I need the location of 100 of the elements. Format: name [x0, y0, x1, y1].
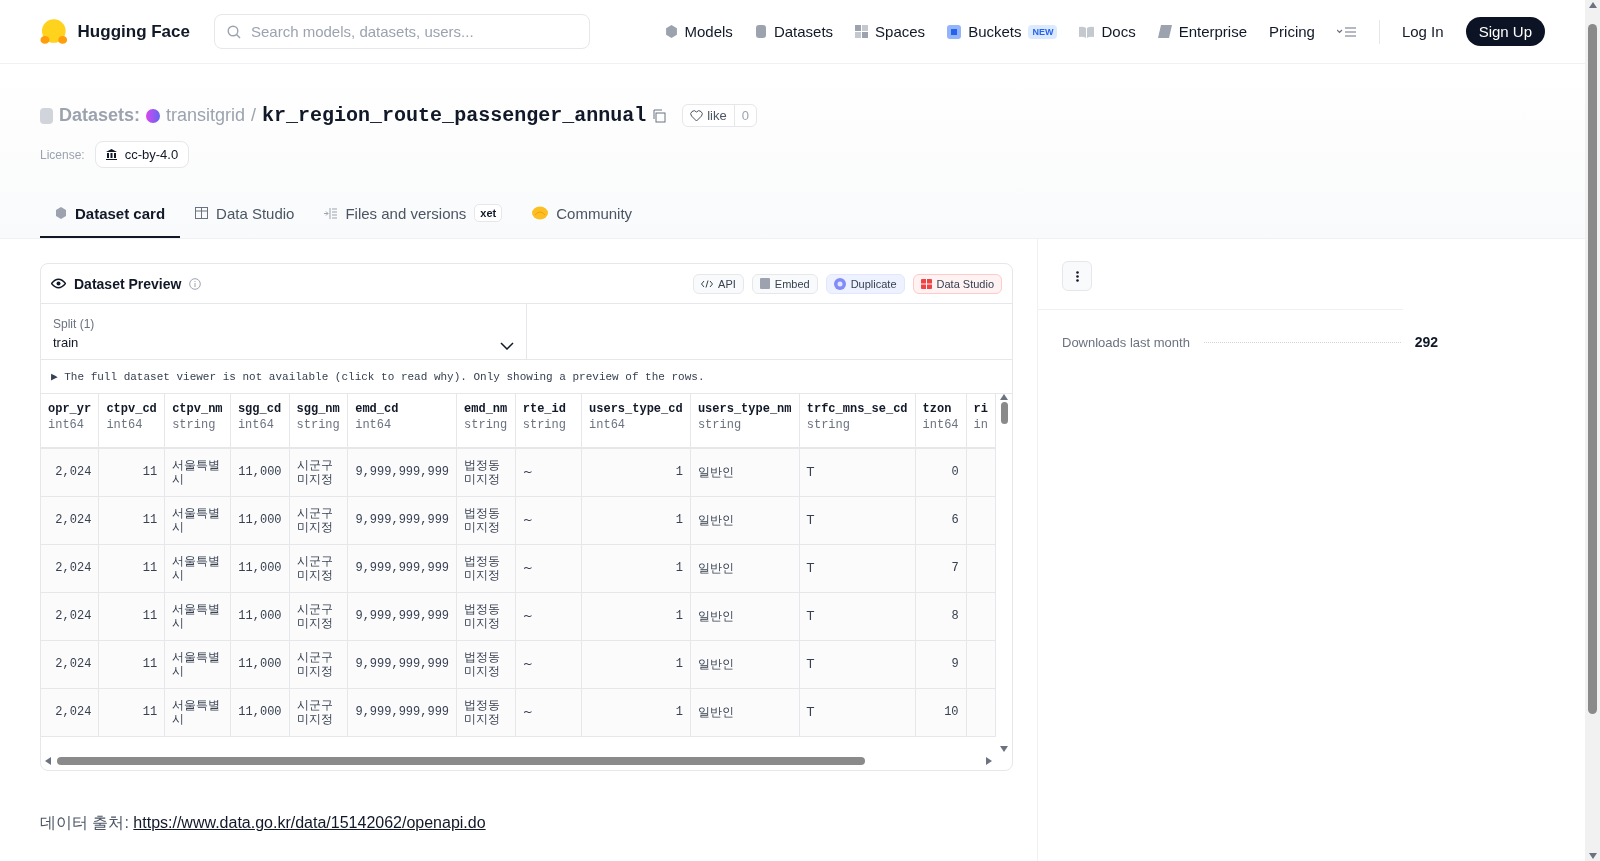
brand-name: Hugging Face	[77, 21, 190, 42]
table-cell: 9,999,999,999	[347, 496, 457, 544]
scroll-up-icon[interactable]	[1000, 394, 1008, 400]
nav-link[interactable]: Enterprise	[1157, 23, 1248, 40]
table-cell: T	[799, 544, 916, 592]
table-cell: 11,000	[230, 640, 290, 688]
action-button[interactable]: Embed	[751, 273, 818, 294]
split-value: train	[53, 335, 80, 350]
scroll-up-icon[interactable]	[1588, 2, 1597, 8]
tab[interactable]: Dataset card	[40, 192, 181, 238]
tab[interactable]: Data Studio	[180, 192, 310, 238]
scroll-down-icon[interactable]	[1000, 746, 1008, 752]
heart-icon	[690, 109, 704, 122]
chevron-down-icon	[500, 342, 514, 350]
cube-icon	[664, 25, 678, 38]
downloads-label: Downloads last month	[1062, 334, 1190, 350]
table-cell: 9	[915, 640, 967, 688]
action-button[interactable]: API	[693, 273, 744, 294]
table-cell: 9,999,999,999	[347, 592, 457, 640]
like-button[interactable]: like 0	[682, 104, 757, 127]
path-separator: /	[251, 105, 257, 126]
table-cell: 시군구 미지정	[289, 496, 348, 544]
action-button[interactable]: Data Studio	[912, 273, 1002, 294]
table-cell: 9,999,999,999	[347, 688, 457, 736]
table-cell: 일반인	[690, 496, 800, 544]
source-link[interactable]: https://www.data.go.kr/data/15142062/openapi.do	[133, 814, 486, 831]
table-cell: 법정동 미지정	[456, 544, 516, 592]
search-box[interactable]: Search models, datasets, users...	[214, 14, 590, 49]
page-scrollbar[interactable]	[1585, 0, 1600, 861]
nav-link[interactable]: Spaces	[855, 23, 926, 40]
tab[interactable]: Files and versions xet	[309, 192, 518, 238]
table-cell: 11,000	[230, 448, 290, 496]
table-cell: 6	[915, 496, 967, 544]
table-cell: T	[799, 640, 916, 688]
table-cell: 2,024	[41, 688, 99, 736]
split-label: Split (1)	[53, 317, 95, 331]
split-select[interactable]: Split (1) train	[41, 304, 527, 359]
table-cell: 2,024	[41, 496, 99, 544]
table-cell: 1	[581, 496, 691, 544]
signup-button[interactable]: Sign Up	[1465, 17, 1545, 46]
table-cell: 일반인	[690, 640, 800, 688]
tab[interactable]: Community	[517, 192, 648, 238]
nav-link[interactable]: Models	[664, 23, 733, 40]
table-cell: 1	[581, 544, 691, 592]
table-cell: 시군구 미지정	[289, 544, 348, 592]
bank-icon	[105, 149, 117, 160]
table-cell: 일반인	[690, 688, 800, 736]
table-cell: 7	[915, 544, 967, 592]
table-cell: 8	[915, 592, 967, 640]
scrollbar-thumb[interactable]	[1000, 402, 1008, 424]
nav-link[interactable]: Buckets NEW	[947, 23, 1058, 40]
cube-icon	[55, 207, 67, 219]
scroll-down-icon[interactable]	[1588, 853, 1597, 859]
table-cell: 11	[98, 496, 165, 544]
table-cell: ~	[515, 640, 582, 688]
table-cell: 법정동 미지정	[456, 496, 516, 544]
login-link[interactable]: Log In	[1401, 23, 1444, 40]
search-field[interactable]: Search models, datasets, users...	[249, 22, 577, 41]
book-icon	[1079, 25, 1095, 38]
file-list-icon	[324, 207, 338, 219]
scroll-right-icon[interactable]	[986, 757, 992, 765]
action-button[interactable]: Duplicate	[825, 273, 905, 294]
table-cell: 서울특별시	[164, 448, 231, 496]
more-icon	[1075, 270, 1079, 282]
table-icon	[920, 278, 932, 289]
circle-icon	[833, 277, 846, 290]
menu-icon[interactable]	[1336, 26, 1357, 37]
table-cell: 시군구 미지정	[289, 592, 348, 640]
license-badge[interactable]: cc-by-4.0	[94, 141, 190, 168]
copy-icon[interactable]	[652, 108, 667, 123]
nav-link[interactable]: Pricing	[1269, 23, 1315, 40]
table-cell: ~	[515, 688, 582, 736]
repo-name: kr_region_route_passenger_annual	[262, 104, 647, 127]
like-count: 0	[733, 105, 756, 126]
avatar-icon	[146, 108, 161, 123]
table-cell: ~	[515, 496, 582, 544]
table-cell: 시군구 미지정	[289, 688, 348, 736]
table-cell: 1	[581, 640, 691, 688]
scrollbar-thumb[interactable]	[57, 757, 865, 765]
table-cell: 서울특별시	[164, 640, 231, 688]
table-cell: T	[799, 448, 916, 496]
new-badge: NEW	[1028, 24, 1058, 39]
table-cell: 일반인	[690, 544, 800, 592]
table-cell: 9,999,999,999	[347, 544, 457, 592]
table-cell: 1	[581, 592, 691, 640]
nav-link[interactable]: Datasets	[754, 23, 834, 40]
downloads-count: 292	[1414, 334, 1438, 350]
more-button[interactable]	[1062, 261, 1092, 291]
nav-link[interactable]: Docs	[1079, 23, 1136, 40]
source-text: 데이터 출처: https://www.data.go.kr/data/15142062/openapi.do	[40, 813, 487, 833]
table-cell: 2,024	[41, 640, 99, 688]
scroll-left-icon[interactable]	[45, 757, 51, 765]
table-cell: ~	[515, 544, 582, 592]
table-icon	[195, 207, 209, 219]
viewer-notice[interactable]: ▶ The full dataset viewer is not available (click to read why). Only showing a preview of the rows.	[41, 360, 1012, 394]
table-cell: 2,024	[41, 448, 99, 496]
table-cell: T	[799, 688, 916, 736]
document-icon	[759, 278, 770, 289]
table-cell: 서울특별시	[164, 496, 231, 544]
scrollbar-thumb[interactable]	[1588, 24, 1597, 714]
